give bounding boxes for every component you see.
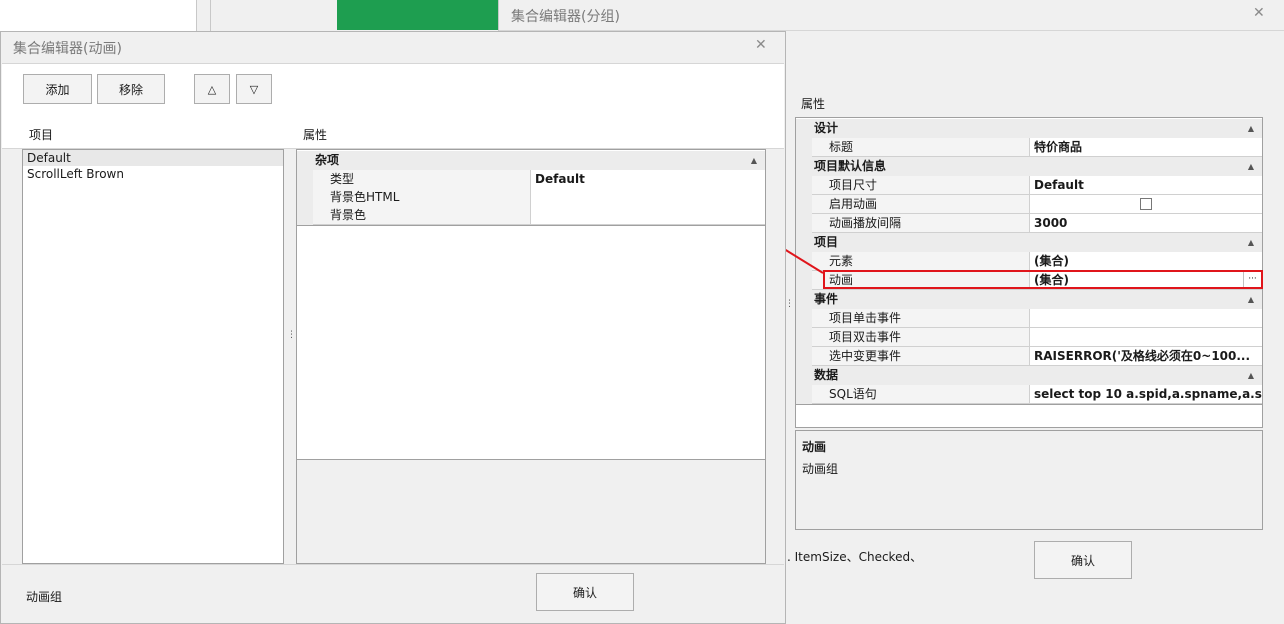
move-down-button[interactable]: ▽ bbox=[236, 74, 272, 104]
hint-text: . ItemSize、Checked、 bbox=[787, 550, 923, 564]
properties-label: 属性 bbox=[303, 128, 328, 142]
category-header[interactable]: 杂项 ▲ bbox=[297, 151, 765, 170]
list-item[interactable]: Default bbox=[23, 150, 283, 166]
category-header[interactable]: 项目默认信息 ▲ bbox=[796, 157, 1262, 176]
background-ok-button[interactable]: 确认 bbox=[1034, 541, 1132, 579]
highlight-box bbox=[823, 270, 1263, 289]
items-label: 项目 bbox=[29, 128, 54, 142]
dialog-property-grid[interactable]: 杂项 ▲ 类型 Default 背景色HTML 背景色 bbox=[296, 149, 766, 460]
move-up-button[interactable]: △ bbox=[194, 74, 230, 104]
property-row[interactable]: SQL语句 select top 10 a.spid,a.spname,a.sp.… bbox=[812, 385, 1262, 404]
property-key: 项目尺寸 bbox=[812, 176, 1030, 195]
property-row[interactable]: 项目双击事件 bbox=[812, 328, 1262, 347]
window-title: 集合编辑器(分组) bbox=[511, 9, 620, 25]
grid-gutter bbox=[796, 176, 812, 233]
list-item[interactable]: ScrollLeft Brown bbox=[23, 166, 283, 182]
category-label: 设计 bbox=[814, 121, 839, 135]
properties-label: 属性 bbox=[801, 97, 826, 111]
dialog-description-panel bbox=[296, 460, 766, 564]
property-value[interactable]: RAISERROR('及格线必须在0~100... bbox=[1030, 347, 1262, 366]
splitter-handle-left[interactable]: ⋮ bbox=[287, 331, 296, 340]
property-value[interactable] bbox=[531, 206, 765, 225]
category-header[interactable]: 项目 ▲ bbox=[796, 233, 1262, 252]
property-row[interactable]: 选中变更事件 RAISERROR('及格线必须在0~100... bbox=[812, 347, 1262, 366]
property-row[interactable]: 项目尺寸 Default bbox=[812, 176, 1262, 195]
enable-animation-checkbox[interactable] bbox=[1140, 198, 1152, 210]
property-value[interactable]: 特价商品 bbox=[1030, 138, 1262, 157]
property-key: 背景色HTML bbox=[313, 188, 531, 207]
property-value[interactable]: select top 10 a.spid,a.spname,a.sp... bbox=[1030, 385, 1262, 404]
grid-separator bbox=[297, 225, 765, 226]
description-title: 动画 bbox=[802, 440, 827, 454]
property-key: 背景色 bbox=[313, 206, 531, 225]
category-label: 项目默认信息 bbox=[814, 159, 887, 173]
property-key: 项目双击事件 bbox=[812, 328, 1030, 347]
property-key: 类型 bbox=[313, 170, 531, 189]
property-row[interactable]: 动画播放间隔 3000 bbox=[812, 214, 1262, 233]
category-label: 数据 bbox=[814, 368, 839, 382]
collapse-icon[interactable]: ▲ bbox=[1248, 119, 1254, 138]
items-list[interactable]: Default ScrollLeft Brown bbox=[22, 149, 284, 564]
category-label: 事件 bbox=[814, 292, 839, 306]
collapse-icon[interactable]: ▲ bbox=[1248, 157, 1254, 176]
property-row[interactable]: 类型 Default bbox=[313, 170, 765, 189]
grid-gutter bbox=[796, 309, 812, 366]
background-strip bbox=[197, 0, 211, 32]
dialog-title: 集合编辑器(动画) bbox=[13, 41, 122, 57]
property-row[interactable]: 标题 特价商品 bbox=[812, 138, 1262, 157]
property-key: 元素 bbox=[812, 252, 1030, 271]
property-row[interactable]: 启用动画 bbox=[812, 195, 1262, 214]
property-row[interactable]: 项目单击事件 bbox=[812, 309, 1262, 328]
property-value[interactable]: Default bbox=[531, 170, 765, 189]
grid-separator bbox=[796, 404, 1262, 405]
description-panel: 动画 动画组 bbox=[795, 430, 1263, 530]
green-header-block bbox=[337, 0, 498, 30]
property-row[interactable]: 背景色HTML bbox=[313, 188, 765, 207]
close-icon[interactable]: ✕ bbox=[1253, 5, 1265, 21]
property-value[interactable]: Default bbox=[1030, 176, 1262, 195]
dialog-close-icon[interactable]: ✕ bbox=[755, 37, 767, 53]
property-value[interactable]: (集合) bbox=[1030, 252, 1262, 271]
background-left-panel bbox=[0, 0, 197, 32]
grid-gutter bbox=[796, 385, 812, 404]
footer-text: 动画组 bbox=[26, 590, 63, 604]
category-header[interactable]: 事件 ▲ bbox=[796, 290, 1262, 309]
dialog-footer bbox=[2, 564, 784, 623]
property-row[interactable]: 元素 (集合) bbox=[812, 252, 1262, 271]
category-header[interactable]: 数据 ▲ bbox=[796, 366, 1262, 385]
property-key: 选中变更事件 bbox=[812, 347, 1030, 366]
add-button[interactable]: 添加 bbox=[23, 74, 92, 104]
category-label: 杂项 bbox=[315, 153, 340, 167]
property-key: 标题 bbox=[812, 138, 1030, 157]
property-value[interactable]: 3000 bbox=[1030, 214, 1262, 233]
dialog-ok-button[interactable]: 确认 bbox=[536, 573, 634, 611]
description-text: 动画组 bbox=[802, 462, 839, 476]
category-header[interactable]: 设计 ▲ bbox=[796, 119, 1262, 138]
ellipsis-button[interactable]: ··· bbox=[1243, 272, 1261, 287]
collapse-icon[interactable]: ▲ bbox=[1248, 233, 1254, 252]
property-row[interactable]: 背景色 bbox=[313, 206, 765, 225]
property-key: SQL语句 bbox=[812, 385, 1030, 404]
property-value[interactable] bbox=[1030, 309, 1262, 328]
collapse-icon[interactable]: ▲ bbox=[1248, 366, 1254, 385]
property-value[interactable] bbox=[1030, 195, 1262, 214]
property-value[interactable] bbox=[1030, 328, 1262, 347]
collapse-icon[interactable]: ▲ bbox=[1248, 290, 1254, 309]
property-key: 启用动画 bbox=[812, 195, 1030, 214]
grid-left-border bbox=[297, 170, 313, 225]
property-key: 项目单击事件 bbox=[812, 309, 1030, 328]
property-value[interactable] bbox=[531, 188, 765, 207]
grid-gutter bbox=[796, 138, 812, 157]
animation-collection-editor-dialog: 集合编辑器(动画) ✕ 添加 移除 △ ▽ 项目 Default ScrollL… bbox=[0, 31, 786, 624]
collapse-icon[interactable]: ▲ bbox=[751, 151, 757, 170]
property-key: 动画播放间隔 bbox=[812, 214, 1030, 233]
remove-button[interactable]: 移除 bbox=[97, 74, 165, 104]
